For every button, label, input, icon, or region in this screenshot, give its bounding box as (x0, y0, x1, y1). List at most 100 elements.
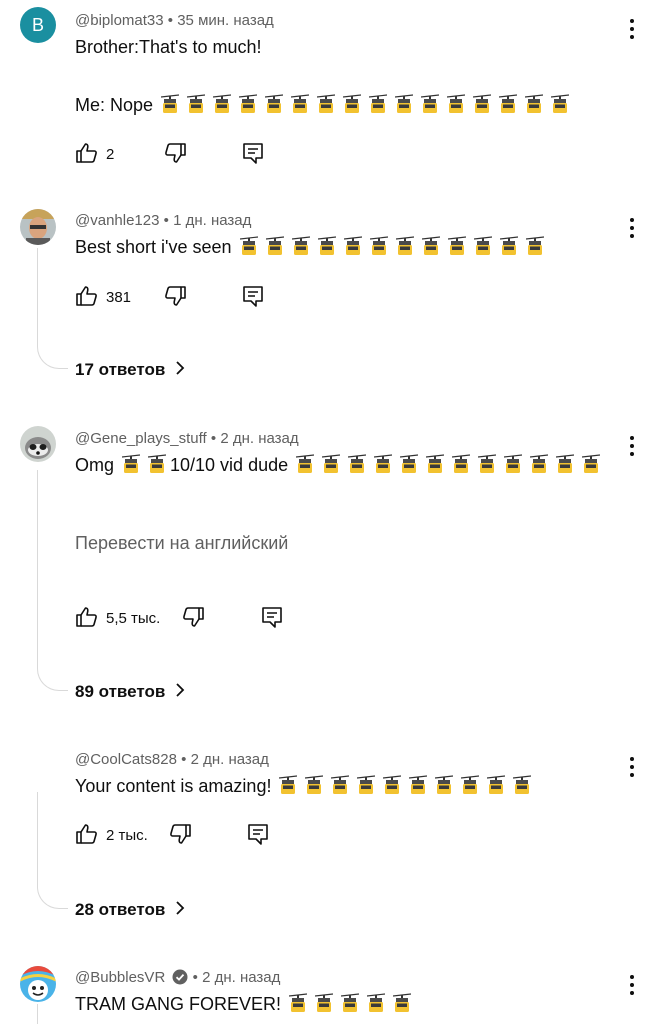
comment-text: Omg 10/10 vid dude (75, 451, 635, 480)
translate-link[interactable]: Перевести на английский (75, 533, 288, 554)
tram-emoji (447, 236, 466, 256)
tram-emoji (265, 94, 284, 114)
more-vertical-icon[interactable] (622, 754, 642, 780)
replies-label: 89 ответов (75, 682, 166, 701)
tram-emoji (296, 454, 315, 474)
comment-time: 1 дн. назад (173, 212, 252, 229)
thumbs-down-icon[interactable] (168, 822, 192, 851)
reply-icon[interactable] (241, 141, 265, 170)
thumbs-up-icon[interactable] (75, 141, 99, 170)
tram-emoji (367, 993, 386, 1013)
thumbs-down-icon[interactable] (181, 605, 205, 634)
chevron-right-icon (175, 360, 185, 381)
author-name[interactable]: @CoolCats828 (75, 751, 177, 768)
meta-separator: • (192, 969, 198, 986)
tram-emoji (291, 94, 310, 114)
tram-emoji (289, 993, 308, 1013)
comment-meta: @biplomat33 • 35 мин. назад (75, 12, 274, 29)
tram-emoji (279, 775, 298, 795)
author-name[interactable]: @vanhle123 (75, 212, 159, 229)
like-count: 381 (106, 289, 132, 306)
tram-emoji (421, 94, 440, 114)
tram-emoji (383, 775, 402, 795)
comment-text-line: Me: Nope (75, 91, 570, 120)
tram-emoji (513, 775, 532, 795)
author-name[interactable]: @biplomat33 (75, 12, 164, 29)
comment-actions: 2 (75, 141, 375, 169)
tram-emoji (148, 454, 167, 474)
thread-line (37, 1004, 38, 1024)
tram-emoji (426, 454, 445, 474)
tram-emoji (305, 775, 324, 795)
comment-text: TRAM GANG FOREVER! (75, 990, 412, 1019)
avatar[interactable] (20, 209, 56, 245)
reply-icon[interactable] (260, 605, 284, 634)
more-vertical-icon[interactable] (622, 433, 642, 459)
tram-emoji (374, 454, 393, 474)
comment-text-fragment: Omg (75, 455, 115, 475)
tram-emoji (317, 94, 336, 114)
tram-emoji (473, 236, 492, 256)
avatar[interactable] (20, 426, 56, 462)
comment-actions: 381 (75, 284, 375, 312)
replies-toggle[interactable]: 89 ответов (75, 682, 185, 703)
thumbs-up-icon[interactable] (75, 284, 99, 313)
tram-emoji (556, 454, 575, 474)
thread-line (37, 248, 68, 369)
chevron-right-icon (175, 682, 185, 703)
author-name[interactable]: @Gene_plays_stuff (75, 430, 207, 447)
tram-emoji-row (114, 454, 167, 475)
tram-emoji (348, 454, 367, 474)
tram-emoji-row (153, 94, 570, 115)
replies-toggle[interactable]: 28 ответов (75, 900, 185, 921)
tram-emoji (317, 236, 336, 256)
tram-emoji (530, 454, 549, 474)
tram-emoji (395, 94, 414, 114)
comment-text-line: Brother:That's to much! (75, 37, 262, 57)
more-vertical-icon[interactable] (622, 972, 642, 998)
thumbs-down-icon[interactable] (163, 284, 187, 313)
comment-text-fragment: Best short i've seen (75, 237, 232, 257)
like-count: 5,5 тыс. (106, 610, 161, 627)
comment-time: 2 дн. назад (202, 969, 281, 986)
meta-separator: • (163, 212, 169, 229)
comment-text-fragment: Me: Nope (75, 95, 154, 115)
tram-emoji (582, 454, 601, 474)
more-vertical-icon[interactable] (622, 215, 642, 241)
tram-emoji (435, 775, 454, 795)
tram-emoji (341, 993, 360, 1013)
tram-emoji-row (281, 993, 412, 1014)
like-count: 2 (106, 146, 115, 163)
thumbs-up-icon[interactable] (75, 822, 99, 851)
comment-text-fragment: 10/10 vid dude (170, 455, 289, 475)
tram-emoji (499, 94, 518, 114)
more-vertical-icon[interactable] (622, 16, 642, 42)
avatar[interactable] (20, 966, 56, 1002)
tram-emoji (525, 94, 544, 114)
comment-meta: @Gene_plays_stuff • 2 дн. назад (75, 430, 299, 447)
replies-toggle[interactable]: 17 ответов (75, 360, 185, 381)
tram-emoji-row (288, 454, 601, 475)
tram-emoji (525, 236, 544, 256)
tram-emoji (331, 775, 350, 795)
comment-text-fragment: TRAM GANG FOREVER! (75, 994, 282, 1014)
tram-emoji-row (271, 775, 532, 796)
tram-emoji-row (232, 236, 544, 257)
tram-emoji (461, 775, 480, 795)
reply-icon[interactable] (241, 284, 265, 313)
reply-icon[interactable] (246, 822, 270, 851)
thumbs-up-icon[interactable] (75, 605, 99, 634)
tram-emoji (499, 236, 518, 256)
like-count: 2 тыс. (106, 827, 148, 844)
replies-label: 17 ответов (75, 360, 166, 379)
comment-text: Your content is amazing! (75, 772, 532, 801)
tram-emoji (504, 454, 523, 474)
comment-meta: @BubblesVR • 2 дн. назад (75, 969, 280, 989)
chevron-right-icon (175, 900, 185, 921)
author-name[interactable]: @BubblesVR (75, 969, 165, 986)
tram-emoji (343, 236, 362, 256)
tram-emoji (447, 94, 466, 114)
meta-separator: • (210, 430, 217, 447)
avatar[interactable]: B (20, 7, 56, 43)
thumbs-down-icon[interactable] (163, 141, 187, 170)
